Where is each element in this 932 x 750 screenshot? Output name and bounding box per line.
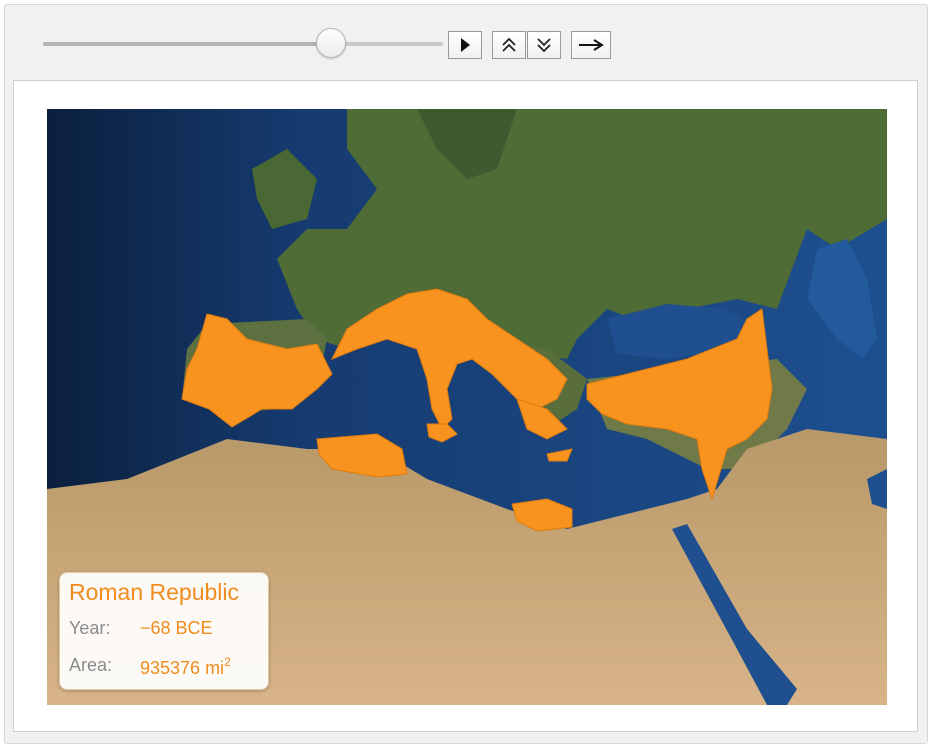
- double-chevron-up-icon: [502, 37, 516, 52]
- area-value: 935376 mi2: [140, 655, 231, 679]
- area-exponent: 2: [224, 655, 231, 669]
- slider-fill: [43, 42, 331, 46]
- slider-thumb[interactable]: [316, 28, 346, 58]
- empire-name: Roman Republic: [69, 579, 240, 605]
- area-label: Area:: [69, 655, 113, 675]
- info-panel: Roman Republic Year: −68 BCE Area: 93537…: [59, 572, 269, 690]
- area-number: 935376 mi: [140, 658, 225, 678]
- year-value: −68 BCE: [140, 618, 213, 638]
- faster-button[interactable]: [492, 31, 526, 59]
- year-slider[interactable]: [43, 28, 443, 58]
- slower-button[interactable]: [527, 31, 561, 59]
- arrow-right-icon: [579, 39, 604, 51]
- direction-button[interactable]: [571, 31, 611, 59]
- double-chevron-down-icon: [537, 38, 551, 53]
- year-label: Year:: [69, 618, 111, 638]
- play-icon: [461, 38, 470, 52]
- play-button[interactable]: [448, 31, 482, 59]
